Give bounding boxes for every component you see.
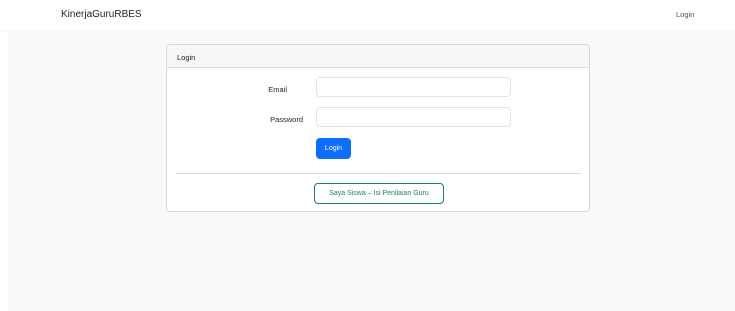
email-field[interactable] [316,77,511,97]
email-label: Email [268,85,287,94]
navbar: KinerjaGuruRBES Login [0,0,735,30]
password-label: Password [270,115,303,124]
divider [176,173,581,174]
brand-link[interactable]: KinerjaGuruRBES [61,9,142,20]
main-content: Login Email Password Login Saya Siswa – … [8,30,735,311]
nav-login-link[interactable]: Login [676,10,694,19]
card-header: Login [167,45,589,68]
student-rating-button[interactable]: Saya Siswa – Isi Penilaian Guru [314,183,444,204]
login-card: Login Email Password Login Saya Siswa – … [166,44,590,212]
login-button[interactable]: Login [316,138,351,159]
password-field[interactable] [316,107,511,127]
